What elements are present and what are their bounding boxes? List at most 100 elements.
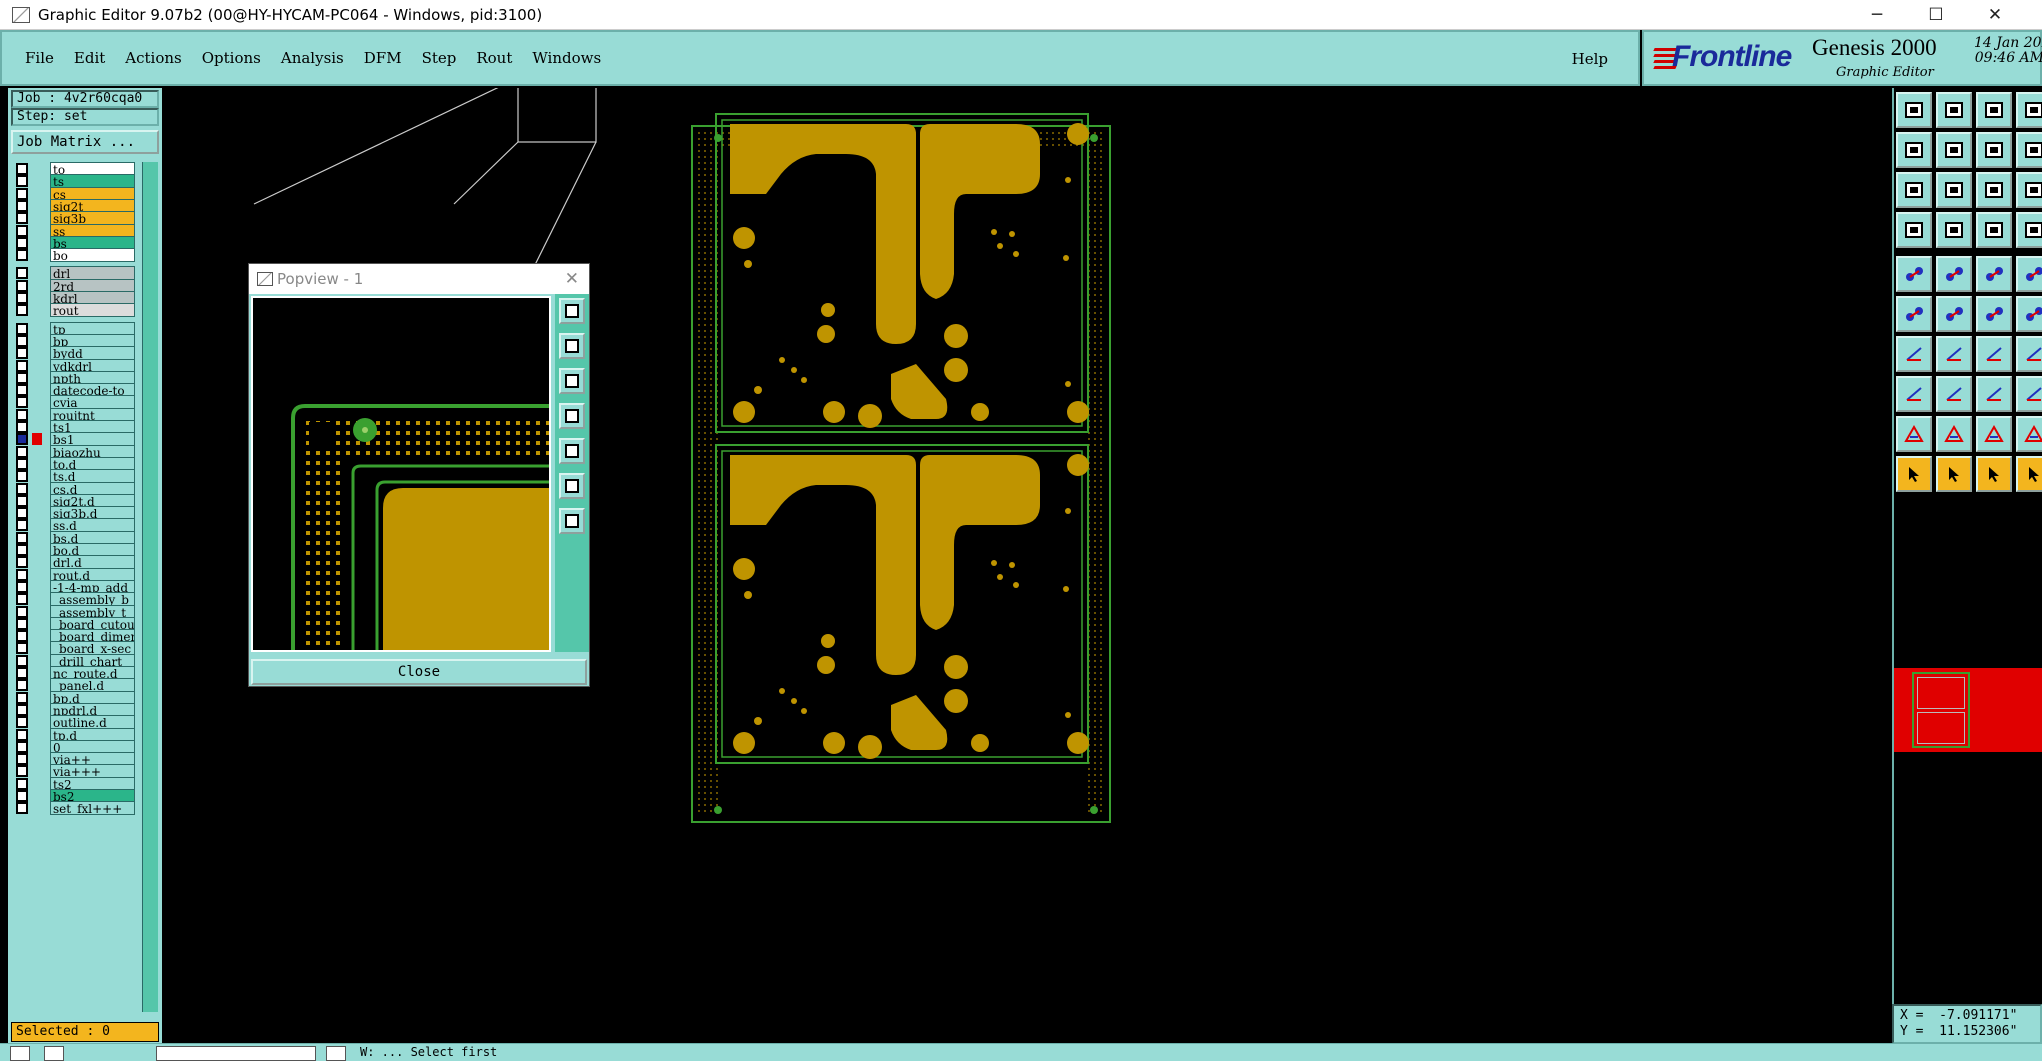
command-input[interactable] [156, 1046, 316, 1061]
popview-close-button[interactable]: Close [251, 659, 587, 685]
menu-edit[interactable]: Edit [71, 47, 108, 69]
layer-checkbox[interactable] [16, 396, 28, 409]
tool-extra-icon[interactable] [2016, 132, 2042, 168]
layer-checkbox[interactable] [16, 679, 28, 692]
popview-zoom-out-icon[interactable] [559, 368, 585, 394]
tool-measure-icon[interactable] [1976, 256, 2012, 292]
layer-row[interactable]: rout [12, 303, 138, 318]
layer-checkbox[interactable] [16, 322, 28, 335]
layer-checkbox[interactable] [16, 292, 28, 304]
popview-center-icon[interactable] [559, 508, 585, 534]
layer-checkbox[interactable] [16, 765, 28, 778]
popview-close-icon[interactable]: ✕ [565, 264, 579, 294]
layer-checkbox[interactable] [16, 593, 28, 606]
layer-checkbox[interactable] [16, 519, 28, 532]
layer-checkbox[interactable] [16, 445, 28, 458]
popview-zoom-home-icon[interactable] [559, 298, 585, 324]
layer-checkbox[interactable] [16, 740, 28, 753]
status-toggle-icon[interactable] [44, 1046, 64, 1061]
layer-checkbox[interactable] [16, 568, 28, 581]
tool-layers-icon[interactable] [1896, 212, 1932, 248]
layer-checkbox[interactable] [16, 236, 28, 249]
layer-checkbox[interactable] [16, 494, 28, 507]
layer-checkbox[interactable] [16, 408, 28, 421]
tool-extra-icon[interactable] [2016, 376, 2042, 412]
layer-checkbox[interactable] [16, 703, 28, 716]
tool-import-icon[interactable] [1896, 132, 1932, 168]
layer-checkbox[interactable] [16, 470, 28, 483]
tool-snap-icon[interactable] [1976, 132, 2012, 168]
layer-checkbox[interactable] [16, 175, 28, 188]
layer-checkbox[interactable] [16, 556, 28, 569]
tool-line-icon[interactable] [1936, 256, 1972, 292]
layer-checkbox[interactable] [16, 605, 28, 618]
tool-arc-icon[interactable] [1976, 336, 2012, 372]
layer-checkbox[interactable] [16, 187, 28, 200]
popview-zoom-in-icon[interactable] [559, 333, 585, 359]
tool-extra-icon[interactable] [2016, 296, 2042, 332]
menu-rout[interactable]: Rout [473, 47, 515, 69]
layer-checkbox[interactable] [16, 654, 28, 667]
layer-list-scrollbar[interactable] [142, 162, 158, 1012]
layer-checkbox[interactable] [16, 728, 28, 741]
layer-checkbox[interactable] [16, 544, 28, 556]
tool-fit-icon[interactable] [1896, 172, 1932, 208]
tool-extra-icon[interactable] [2016, 416, 2042, 452]
tool-export-icon[interactable] [1936, 132, 1972, 168]
tool-connect-icon[interactable] [1896, 296, 1932, 332]
layer-checkbox[interactable] [16, 249, 28, 262]
menu-step[interactable]: Step [419, 47, 460, 69]
tool-pointer-icon[interactable] [2016, 456, 2042, 492]
tool-cross-icon[interactable] [1936, 296, 1972, 332]
layer-checkbox[interactable] [16, 667, 28, 679]
tool-triangle-icon[interactable] [1896, 416, 1932, 452]
tool-box-icon[interactable] [1976, 376, 2012, 412]
status-toggle-icon[interactable] [326, 1046, 346, 1061]
layer-checkbox[interactable] [16, 482, 28, 495]
tool-pointer-icon[interactable] [1896, 456, 1932, 492]
layer-checkbox[interactable] [16, 531, 28, 544]
layer-checkbox[interactable] [16, 163, 28, 175]
tool-slash-icon[interactable] [1936, 336, 1972, 372]
tool-triangle-icon[interactable] [1936, 416, 1972, 452]
tool-align-icon[interactable] [1976, 212, 2012, 248]
layer-row[interactable]: bo [12, 248, 138, 263]
tool-extra-icon[interactable] [2016, 212, 2042, 248]
tool-home-icon[interactable] [1976, 92, 2012, 128]
menu-options[interactable]: Options [199, 47, 264, 69]
tool-extra-icon[interactable] [2016, 92, 2042, 128]
menu-windows[interactable]: Windows [529, 47, 604, 69]
tool-dot-icon[interactable] [2016, 256, 2042, 292]
layer-checkbox[interactable] [16, 384, 28, 397]
menu-file[interactable]: File [22, 47, 57, 69]
layer-checkbox[interactable] [16, 507, 28, 520]
tool-route-icon[interactable] [1976, 296, 2012, 332]
tool-dash-icon[interactable] [1936, 376, 1972, 412]
menu-dfm[interactable]: DFM [361, 47, 405, 69]
menu-analysis[interactable]: Analysis [278, 47, 347, 69]
layer-checkbox[interactable] [16, 212, 28, 225]
layer-checkbox[interactable] [16, 279, 28, 292]
layer-checkbox[interactable] [16, 433, 28, 446]
layer-checkbox[interactable] [16, 642, 28, 655]
layer-checkbox[interactable] [16, 691, 28, 704]
maximize-button[interactable]: ☐ [1907, 0, 1965, 30]
layer-row[interactable]: set_fxl+++ [12, 801, 138, 816]
layer-checkbox[interactable] [16, 334, 28, 347]
layer-checkbox[interactable] [16, 224, 28, 237]
layer-checkbox[interactable] [16, 753, 28, 766]
layer-checkbox[interactable] [16, 359, 28, 372]
popview-canvas[interactable] [251, 296, 551, 652]
tool-pad-icon[interactable] [1896, 256, 1932, 292]
close-window-button[interactable]: ✕ [1966, 0, 2024, 30]
tool-addpad-icon[interactable] [1896, 376, 1932, 412]
layer-checkbox[interactable] [16, 421, 28, 433]
tool-pointer-icon[interactable] [1976, 456, 2012, 492]
menu-help[interactable]: Help [1572, 50, 1608, 68]
layer-checkbox[interactable] [16, 790, 28, 802]
tool-extra-icon[interactable] [2016, 336, 2042, 372]
menu-actions[interactable]: Actions [122, 47, 184, 69]
layer-checkbox[interactable] [16, 267, 28, 280]
popview-pan-left-icon[interactable] [559, 403, 585, 429]
overview-map[interactable] [1894, 668, 2042, 752]
